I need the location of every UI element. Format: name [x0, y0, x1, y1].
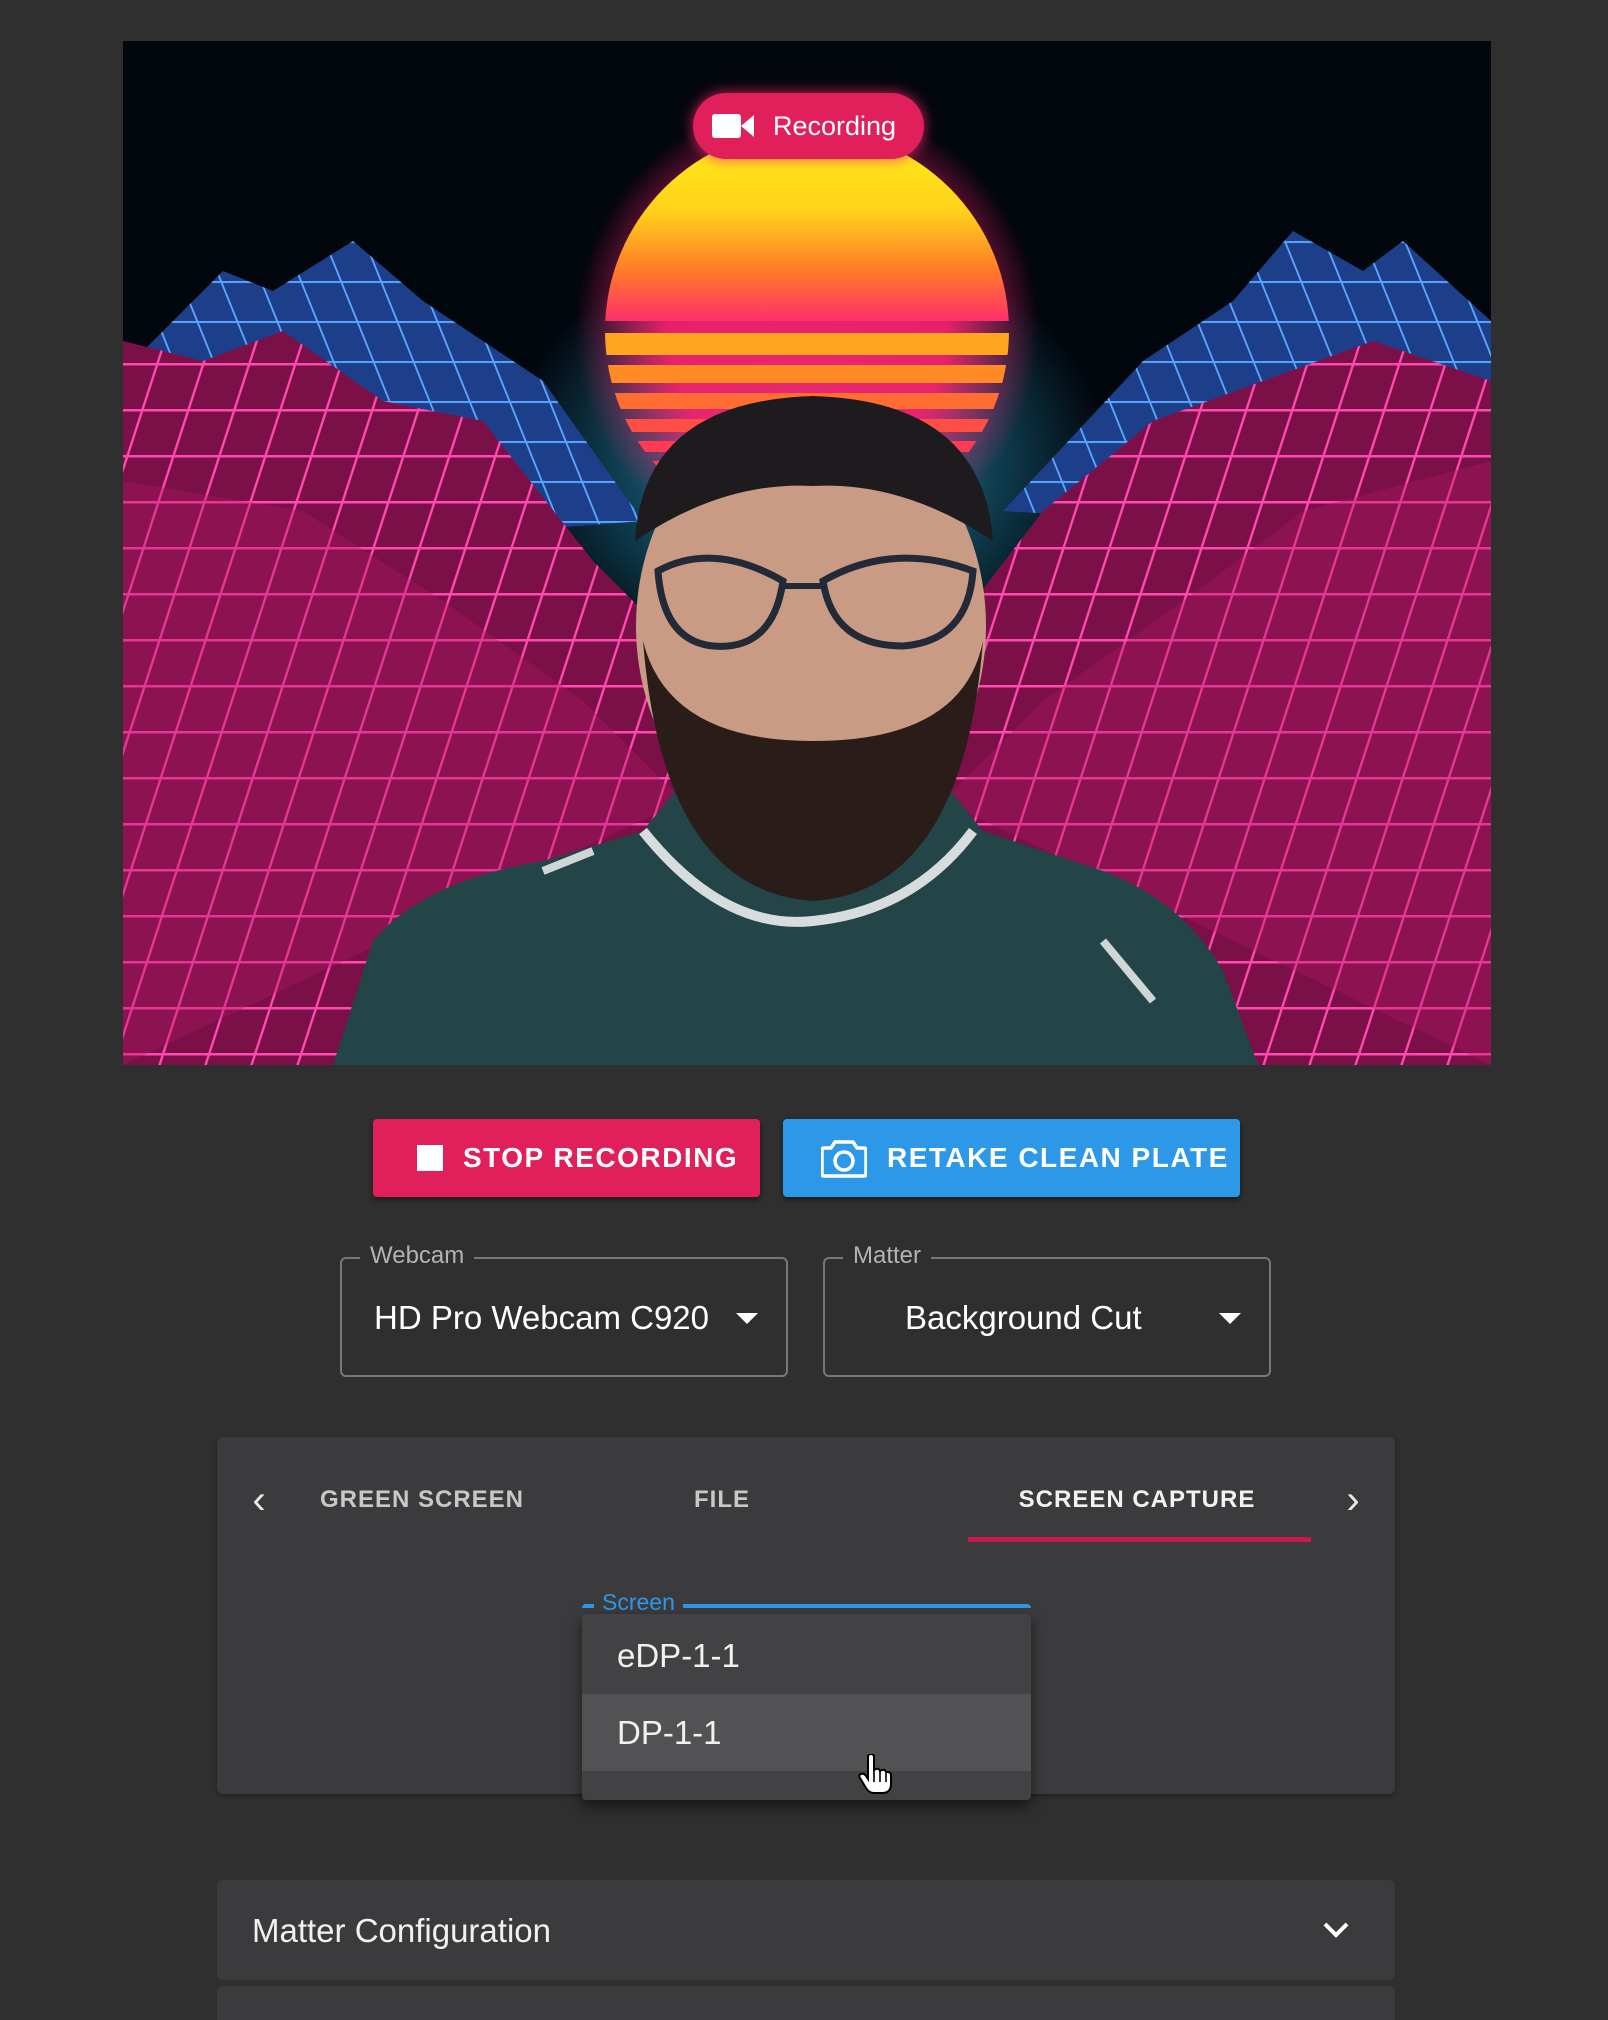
videocam-icon	[712, 114, 754, 138]
tab-screen-capture[interactable]: SCREEN CAPTURE	[967, 1475, 1307, 1525]
camera-icon	[821, 1140, 867, 1178]
matter-select[interactable]: Matter Background Cut	[823, 1242, 1271, 1377]
next-accordion-panel	[217, 1986, 1395, 2020]
tab-file[interactable]: FILE	[632, 1475, 812, 1525]
matter-select-value: Background Cut	[905, 1299, 1142, 1336]
tab-green-screen[interactable]: GREEN SCREEN	[287, 1475, 557, 1525]
tab-active-indicator	[968, 1537, 1311, 1542]
dropdown-arrow-icon	[736, 1313, 758, 1324]
recording-label: Recording	[773, 110, 897, 141]
matter-configuration-title: Matter Configuration	[252, 1912, 551, 1949]
screen-select-label: Screen	[594, 1589, 683, 1615]
matter-configuration-accordion[interactable]: Matter Configuration	[217, 1880, 1395, 1980]
tabs-scroll-left-icon[interactable]: ‹	[239, 1475, 279, 1525]
webcam-select[interactable]: Webcam HD Pro Webcam C920	[340, 1242, 788, 1377]
tabs-scroll-right-icon[interactable]: ›	[1333, 1475, 1373, 1525]
pointer-hand-icon	[858, 1754, 892, 1794]
webcam-feed-image	[123, 41, 1491, 1065]
dropdown-arrow-icon	[1219, 1313, 1241, 1324]
stop-recording-label: STOP RECORDING	[463, 1142, 739, 1173]
screen-options-menu: eDP-1-1 DP-1-1	[582, 1614, 1031, 1800]
recording-badge: Recording	[693, 93, 925, 159]
screen-option-edp-1-1[interactable]: eDP-1-1	[582, 1617, 1031, 1694]
stop-recording-button[interactable]: STOP RECORDING	[373, 1119, 760, 1197]
webcam-select-label: Webcam	[360, 1242, 475, 1270]
video-preview: Recording	[123, 41, 1491, 1065]
matter-select-label: Matter	[843, 1242, 932, 1270]
screen-option-dp-1-1[interactable]: DP-1-1	[582, 1694, 1031, 1771]
retake-clean-plate-button[interactable]: RETAKE CLEAN PLATE	[783, 1119, 1240, 1197]
chevron-down-icon	[1323, 1922, 1349, 1938]
stop-icon	[417, 1145, 443, 1171]
retake-clean-plate-label: RETAKE CLEAN PLATE	[887, 1142, 1229, 1173]
webcam-select-value: HD Pro Webcam C920	[374, 1299, 710, 1336]
